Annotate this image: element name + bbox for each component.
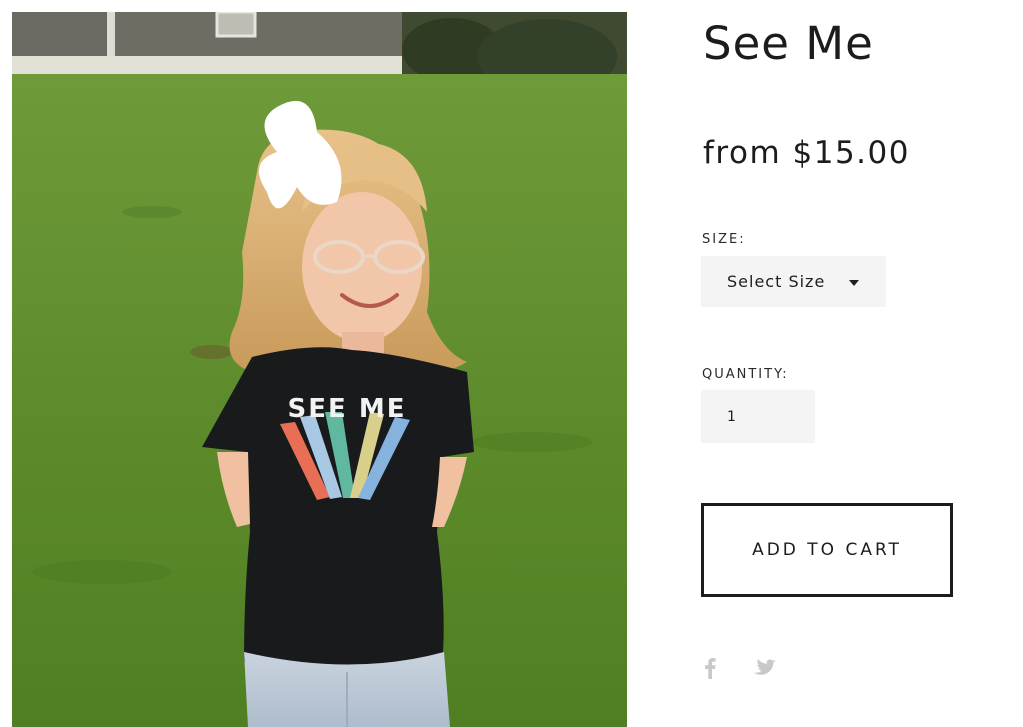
product-photo-illustration: SEE ME [12, 12, 627, 727]
facebook-icon [705, 658, 716, 679]
shirt-print-text: SEE ME [288, 394, 407, 424]
twitter-share-link[interactable] [753, 655, 776, 681]
product-image: SEE ME [12, 12, 627, 727]
twitter-icon [753, 658, 776, 675]
product-title: See Me [703, 17, 874, 70]
add-to-cart-button[interactable]: ADD TO CART [701, 503, 953, 597]
quantity-input[interactable] [701, 390, 815, 443]
quantity-label: QUANTITY: [702, 367, 789, 382]
product-price: from $15.00 [703, 135, 910, 171]
size-label: SIZE: [702, 232, 746, 247]
size-select[interactable]: Select Size [701, 256, 886, 307]
facebook-share-link[interactable] [704, 655, 716, 681]
size-select-value: Select Size [727, 272, 826, 291]
chevron-down-icon [849, 280, 859, 286]
